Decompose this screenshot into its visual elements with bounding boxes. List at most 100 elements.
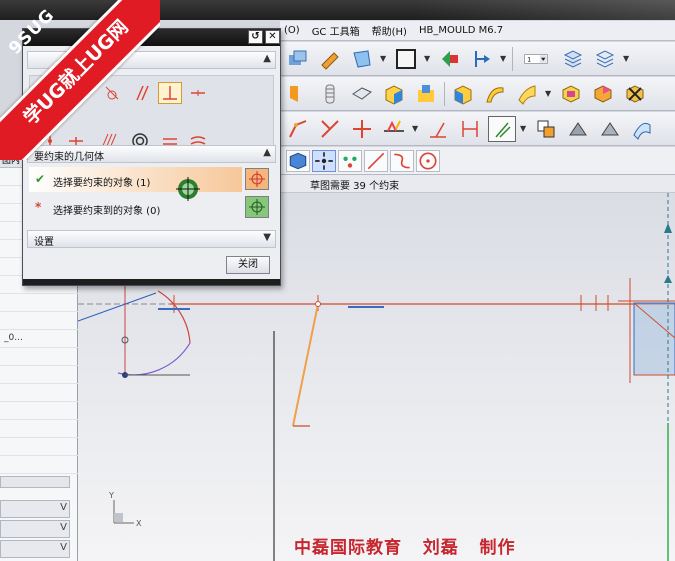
toolbar-row-2: ▼: [280, 77, 675, 111]
display-icon[interactable]: [392, 46, 420, 72]
settings-section-label: 设置: [34, 237, 54, 248]
constraint-fixed-icon[interactable]: [38, 82, 62, 104]
axis-arrow: [664, 275, 672, 283]
chevron-down-icon: ▼: [263, 232, 271, 243]
layer-select[interactable]: 1: [517, 46, 555, 72]
shape-icon[interactable]: [348, 46, 376, 72]
hide-constraints-icon[interactable]: [564, 116, 592, 142]
snap-center-icon[interactable]: [416, 149, 440, 172]
navigator-combo-3[interactable]: V: [0, 540, 70, 558]
list-item[interactable]: [0, 456, 78, 474]
select-object-button[interactable]: [245, 168, 269, 190]
shell-icon[interactable]: [449, 81, 477, 107]
axis-arrow: [664, 223, 672, 233]
layer-visible-icon[interactable]: [591, 46, 619, 72]
pencil-icon[interactable]: [316, 46, 344, 72]
select-object-to-constrain[interactable]: ✔ 选择要约束的对象 (1): [29, 167, 242, 192]
caret-down-icon[interactable]: ▼: [500, 54, 508, 63]
geometry-section-header[interactable]: 要约束的几何体 ▲: [27, 145, 276, 163]
constraint-tangent-icon[interactable]: [100, 82, 124, 104]
step-label: 选择要约束的对象 (1): [53, 178, 151, 189]
list-item[interactable]: [0, 366, 78, 384]
snap-points-icon[interactable]: [312, 149, 336, 172]
caret-down-icon[interactable]: ▼: [623, 54, 631, 63]
feature-icon[interactable]: [284, 46, 312, 72]
caret-down-icon[interactable]: ▼: [545, 89, 553, 98]
sketch-rectangle: [633, 302, 675, 376]
sketch-fillet-icon[interactable]: [284, 116, 312, 142]
show-constraints-icon[interactable]: [532, 116, 560, 142]
reset-icon[interactable]: ↺: [248, 30, 263, 44]
layer-settings-icon[interactable]: [559, 46, 587, 72]
constraint-type-section[interactable]: ▲: [27, 51, 276, 69]
list-item[interactable]: [0, 348, 78, 366]
toolbar-row-3: ▼ ▼: [280, 112, 675, 146]
constraint-perpendicular-icon[interactable]: [158, 82, 182, 104]
toolbar-separator: [512, 46, 513, 71]
navigator-combo-1[interactable]: V: [0, 500, 70, 518]
menu-item-o[interactable]: (O): [284, 25, 300, 36]
close-icon[interactable]: ✕: [265, 30, 280, 44]
trim-body-icon[interactable]: [557, 81, 585, 107]
list-item[interactable]: [0, 402, 78, 420]
list-item[interactable]: [0, 384, 78, 402]
horizontal-scrollbar[interactable]: [0, 476, 70, 488]
constraint-horizontal-icon[interactable]: [186, 82, 210, 104]
chevron-up-icon: ▲: [263, 53, 271, 64]
sketch-arc: [117, 342, 191, 376]
convert-reference-icon[interactable]: [596, 116, 624, 142]
replace-face-icon[interactable]: [621, 81, 649, 107]
list-item[interactable]: _0...: [0, 330, 78, 348]
dialog-title-bar: ↺ ✕: [23, 29, 280, 46]
chevron-down-icon: V: [60, 502, 67, 513]
toolbar-row-1: ▼ ▼ ▼ 1 ▼: [280, 42, 675, 76]
navigator-combo-2[interactable]: V: [0, 520, 70, 538]
list-item[interactable]: [0, 294, 78, 312]
sketch-extend-icon[interactable]: [348, 116, 376, 142]
snap-endpoint-icon[interactable]: [364, 149, 388, 172]
plate-icon[interactable]: [348, 81, 376, 107]
cube-filter-icon[interactable]: [286, 149, 310, 172]
perpendicular-icon[interactable]: [424, 116, 452, 142]
extrude-icon[interactable]: [284, 81, 312, 107]
author-credit: 中磊国际教育 刘磊 制作: [294, 538, 516, 558]
settings-section-header[interactable]: 设置 ▼: [27, 230, 276, 248]
constraint-parallel-icon[interactable]: [130, 82, 154, 104]
menu-item-hb-mould[interactable]: HB_MOULD M6.7: [419, 25, 503, 36]
offset-face-icon[interactable]: [589, 81, 617, 107]
constraints-icon[interactable]: [488, 115, 516, 142]
coil-icon[interactable]: [316, 81, 344, 107]
menu-item-help[interactable]: 帮助(H): [372, 23, 407, 38]
sketch-trim-icon[interactable]: [316, 116, 344, 142]
layer-value: 1: [527, 56, 531, 63]
dimension-icon[interactable]: [456, 116, 484, 142]
chevron-down-icon: V: [60, 522, 67, 533]
sketch-mirror-icon[interactable]: [380, 116, 408, 142]
list-item[interactable]: [0, 312, 78, 330]
caret-down-icon[interactable]: ▼: [424, 54, 432, 63]
view-orient-icon[interactable]: [436, 46, 464, 72]
constraint-vertical-icon[interactable]: [70, 82, 94, 104]
caret-down-icon[interactable]: ▼: [412, 124, 420, 133]
constraints-dialog: ↺ ✕ ▲ 要约束的几何体 ▲ ✔ 选择要约束的对象 (1) * 选择要约束到的…: [22, 28, 281, 286]
close-button[interactable]: 关闭: [226, 256, 270, 274]
selection-bar: [280, 147, 675, 175]
sweep-icon[interactable]: [481, 81, 509, 107]
snap-multi-icon[interactable]: [338, 149, 362, 172]
caret-down-icon[interactable]: ▼: [380, 54, 388, 63]
select-target-button[interactable]: [245, 196, 269, 218]
caret-down-icon[interactable]: ▼: [520, 124, 528, 133]
list-item[interactable]: [0, 438, 78, 456]
list-item[interactable]: [0, 420, 78, 438]
surface-edit-icon[interactable]: [628, 116, 656, 142]
boss-icon[interactable]: [412, 81, 440, 107]
block-icon[interactable]: [380, 81, 408, 107]
view-triad-icon[interactable]: [468, 46, 496, 72]
required-asterisk-icon: *: [35, 200, 42, 214]
step-label: 选择要约束到的对象 (0): [53, 206, 161, 217]
svg-text:X: X: [136, 519, 142, 528]
menu-item-gc-toolbox[interactable]: GC 工具箱: [312, 23, 360, 38]
selected-line: [292, 303, 319, 427]
surface-icon[interactable]: [513, 81, 541, 107]
snap-curve-icon[interactable]: [390, 149, 414, 172]
